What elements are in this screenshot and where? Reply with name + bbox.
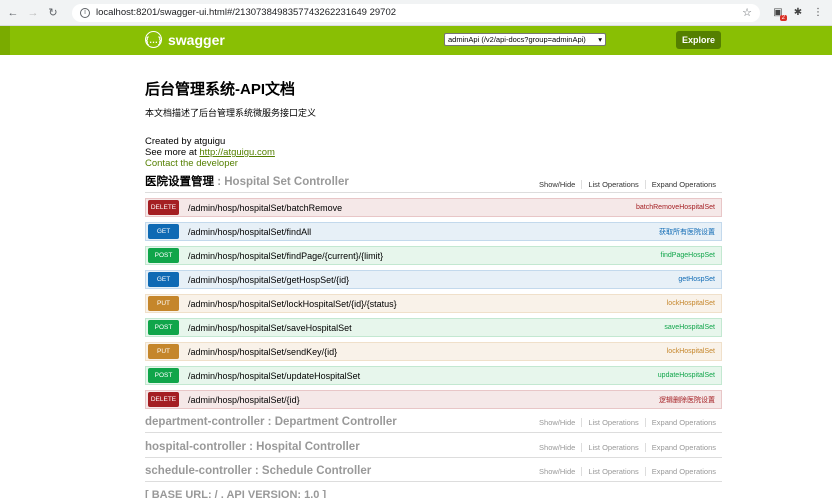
see-more-link[interactable]: http://atguigu.com xyxy=(199,147,275,158)
api-group-selected: adminApi (/v2/api-docs?group=adminApi) xyxy=(448,35,586,44)
operation-row[interactable]: POST /admin/hosp/hospitalSet/findPage/{c… xyxy=(145,246,722,265)
http-method-badge: PUT xyxy=(148,296,179,311)
operation-summary[interactable]: getHospSet xyxy=(678,276,715,283)
api-info: 后台管理系统-API文档 本文档描述了后台管理系统微服务接口定义 Created… xyxy=(145,78,725,169)
see-more: See more at http://atguigu.com xyxy=(145,147,725,158)
resource-hospital: hospital-controller : Hospital Controlle… xyxy=(145,437,722,458)
list-operations-link[interactable]: List Operations xyxy=(582,180,646,189)
created-by: Created by atguigu xyxy=(145,136,226,147)
bookmark-star-icon[interactable]: ☆ xyxy=(742,6,752,19)
operation-path[interactable]: /admin/hosp/hospitalSet/findAll xyxy=(188,227,659,237)
resource-hospital-set: 医院设置管理 : Hospital Set Controller Show/Hi… xyxy=(145,173,722,409)
base-url-footer: [ BASE URL: / , API VERSION: 1.0 ] xyxy=(145,489,327,498)
operation-summary[interactable]: findPageHospSet xyxy=(661,252,715,259)
operation-path[interactable]: /admin/hosp/hospitalSet/{id} xyxy=(188,395,659,405)
resource-title[interactable]: 医院设置管理 : Hospital Set Controller xyxy=(145,173,349,189)
operation-row[interactable]: GET /admin/hosp/hospitalSet/getHospSet/{… xyxy=(145,270,722,289)
http-method-badge: PUT xyxy=(148,344,179,359)
expand-operations-link[interactable]: Expand Operations xyxy=(646,443,722,452)
show-hide-link[interactable]: Show/Hide xyxy=(533,180,583,189)
operation-summary[interactable]: batchRemoveHospitalSet xyxy=(636,204,715,211)
operation-row[interactable]: PUT /admin/hosp/hospitalSet/lockHospital… xyxy=(145,294,722,313)
resource-links: Show/Hide List Operations Expand Operati… xyxy=(533,466,722,476)
extension-icon[interactable]: ▣ 2 xyxy=(770,5,787,21)
swagger-logo[interactable]: {…} swagger xyxy=(145,31,225,48)
puzzle-icon[interactable]: ✱ xyxy=(790,5,806,21)
operation-summary[interactable]: 获取所有医院设置 xyxy=(659,227,715,237)
operation-path[interactable]: /admin/hosp/hospitalSet/getHospSet/{id} xyxy=(188,275,678,285)
resource-links: Show/Hide List Operations Expand Operati… xyxy=(533,180,722,189)
show-hide-link[interactable]: Show/Hide xyxy=(533,466,583,476)
api-description: 本文档描述了后台管理系统微服务接口定义 xyxy=(145,108,317,118)
operation-summary[interactable]: updateHospitalSet xyxy=(658,372,715,379)
operation-row[interactable]: GET /admin/hosp/hospitalSet/findAll 获取所有… xyxy=(145,222,722,241)
http-method-badge: GET xyxy=(148,272,179,287)
operation-path[interactable]: /admin/hosp/hospitalSet/lockHospitalSet/… xyxy=(188,299,667,309)
operation-row[interactable]: DELETE /admin/hosp/hospitalSet/batchRemo… xyxy=(145,198,722,217)
resource-heading: 医院设置管理 : Hospital Set Controller Show/Hi… xyxy=(145,173,722,193)
explore-button[interactable]: Explore xyxy=(676,31,722,49)
expand-operations-link[interactable]: Expand Operations xyxy=(646,180,722,189)
extension-badge: 2 xyxy=(779,14,787,21)
see-more-prefix: See more at xyxy=(145,147,200,158)
operation-path[interactable]: /admin/hosp/hospitalSet/saveHospitalSet xyxy=(188,323,664,333)
operation-path[interactable]: /admin/hosp/hospitalSet/sendKey/{id} xyxy=(188,347,667,357)
operation-row[interactable]: DELETE /admin/hosp/hospitalSet/{id} 逻辑删除… xyxy=(145,390,722,409)
operation-path[interactable]: /admin/hosp/hospitalSet/updateHospitalSe… xyxy=(188,371,658,381)
operation-path[interactable]: /admin/hosp/hospitalSet/findPage/{curren… xyxy=(188,251,661,261)
operation-row[interactable]: POST /admin/hosp/hospitalSet/saveHospita… xyxy=(145,318,722,337)
forward-icon[interactable]: → xyxy=(26,6,40,20)
api-group-select[interactable]: adminApi (/v2/api-docs?group=adminApi) ▾ xyxy=(444,33,606,46)
resource-links: Show/Hide List Operations Expand Operati… xyxy=(533,417,722,427)
http-method-badge: GET xyxy=(148,224,179,239)
show-hide-link[interactable]: Show/Hide xyxy=(533,417,583,427)
browser-toolbar: ← → ↻ i localhost:8201/swagger-ui.html#/… xyxy=(0,0,832,26)
resource-department: department-controller : Department Contr… xyxy=(145,412,722,433)
operation-summary[interactable]: 逻辑删除医院设置 xyxy=(659,395,715,405)
list-operations-link[interactable]: List Operations xyxy=(582,466,646,476)
resource-title[interactable]: department-controller : Department Contr… xyxy=(145,416,397,428)
resource-title-cn: 医院设置管理 xyxy=(145,176,214,188)
site-info-icon[interactable]: i xyxy=(80,7,90,18)
contact-developer-link[interactable]: Contact the developer xyxy=(145,158,725,169)
resource-links: Show/Hide List Operations Expand Operati… xyxy=(533,442,722,452)
expand-operations-link[interactable]: Expand Operations xyxy=(646,418,722,427)
operation-path[interactable]: /admin/hosp/hospitalSet/batchRemove xyxy=(188,203,636,213)
page-title: 后台管理系统-API文档 xyxy=(145,81,296,98)
http-method-badge: POST xyxy=(148,248,179,263)
show-hide-link[interactable]: Show/Hide xyxy=(533,442,583,452)
swagger-brand: swagger xyxy=(168,31,225,48)
back-icon[interactable]: ← xyxy=(6,6,20,20)
resource-schedule: schedule-controller : Schedule Controlle… xyxy=(145,461,722,482)
http-method-badge: POST xyxy=(148,368,179,383)
resource-title-sep: : xyxy=(214,176,225,188)
header-side-strip xyxy=(0,26,10,55)
url-text[interactable]: localhost:8201/swagger-ui.html#/21307384… xyxy=(96,7,742,18)
contact-info: Created by atguigu See more at http://at… xyxy=(145,136,725,169)
menu-dots-icon[interactable]: ⋮ xyxy=(810,5,826,21)
expand-operations-link[interactable]: Expand Operations xyxy=(646,467,722,476)
swagger-logo-icon: {…} xyxy=(145,31,162,48)
resource-title[interactable]: schedule-controller : Schedule Controlle… xyxy=(145,465,371,477)
operation-row[interactable]: POST /admin/hosp/hospitalSet/updateHospi… xyxy=(145,366,722,385)
list-operations-link[interactable]: List Operations xyxy=(582,417,646,427)
operation-summary[interactable]: saveHospitalSet xyxy=(664,324,715,331)
http-method-badge: DELETE xyxy=(148,200,179,215)
operation-row[interactable]: PUT /admin/hosp/hospitalSet/sendKey/{id}… xyxy=(145,342,722,361)
chevron-down-icon: ▾ xyxy=(598,35,602,44)
http-method-badge: POST xyxy=(148,320,179,335)
resource-title[interactable]: hospital-controller : Hospital Controlle… xyxy=(145,441,360,453)
operation-summary[interactable]: lockHospitalSet xyxy=(667,300,715,307)
resource-title-en: Hospital Set Controller xyxy=(224,176,349,188)
list-operations-link[interactable]: List Operations xyxy=(582,442,646,452)
swagger-header: {…} swagger adminApi (/v2/api-docs?group… xyxy=(0,26,832,55)
reload-icon[interactable]: ↻ xyxy=(46,6,60,20)
operation-summary[interactable]: lockHospitalSet xyxy=(667,348,715,355)
http-method-badge: DELETE xyxy=(148,392,179,407)
address-bar[interactable]: i localhost:8201/swagger-ui.html#/213073… xyxy=(72,3,760,22)
